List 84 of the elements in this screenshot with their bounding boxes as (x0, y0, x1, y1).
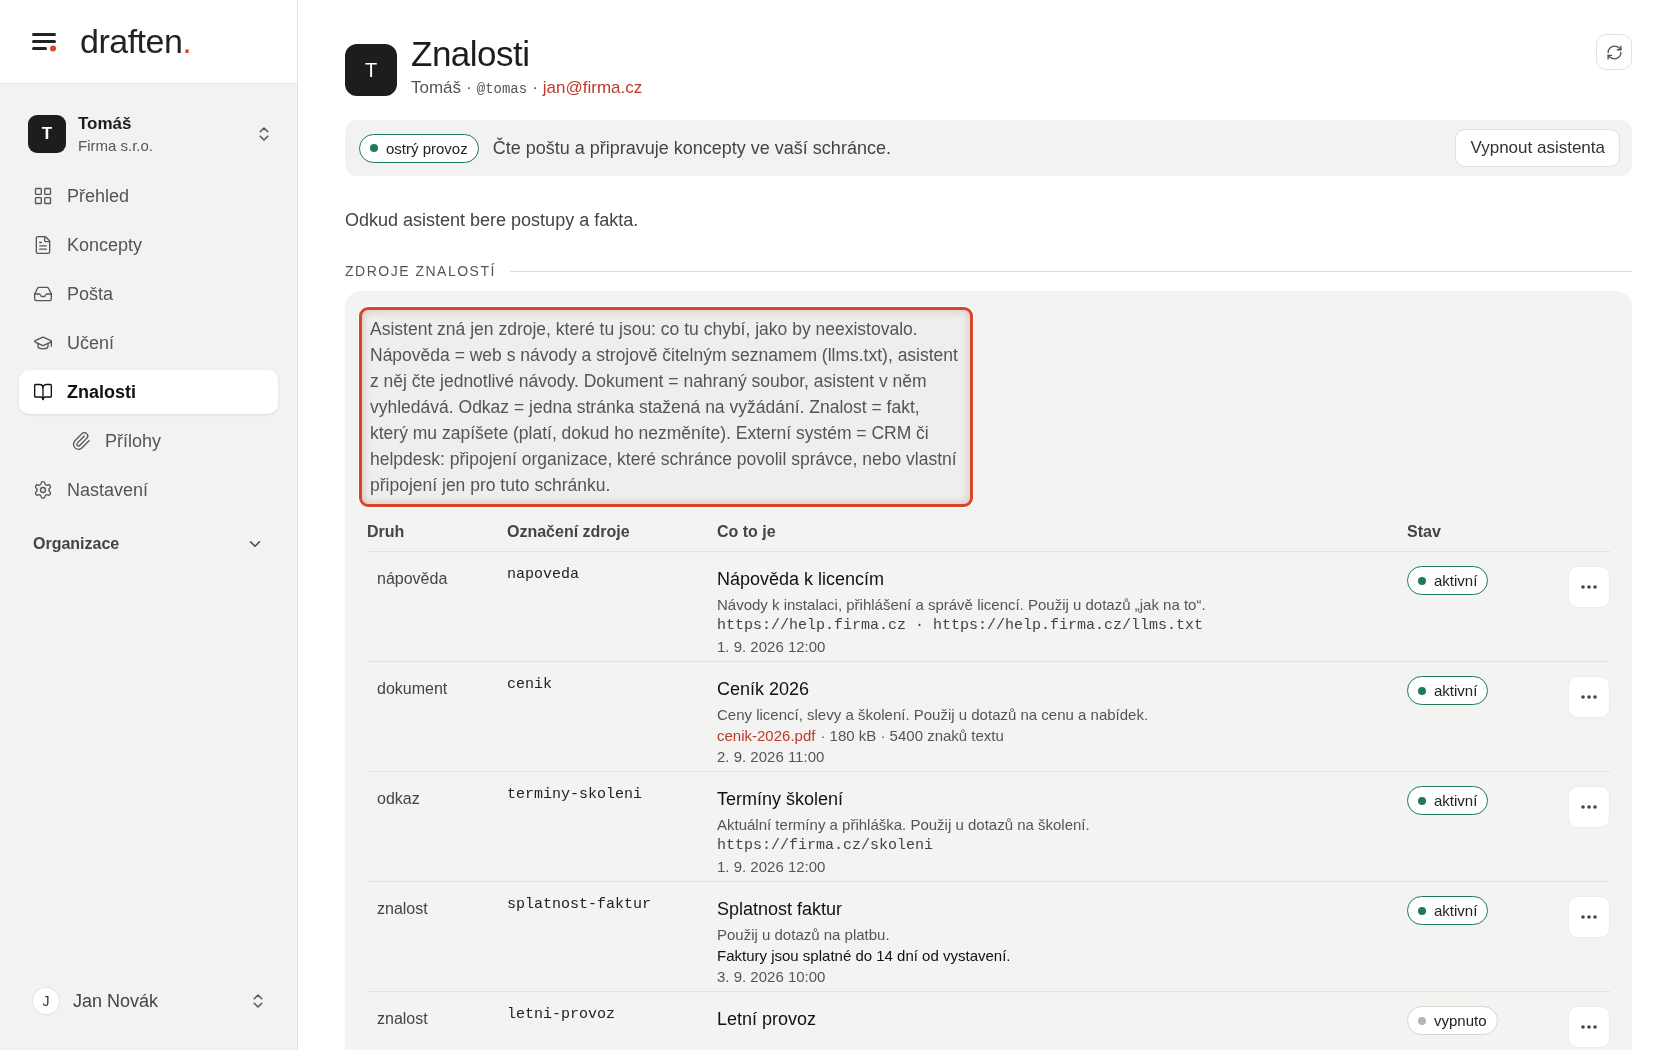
separator-dot: · (466, 78, 472, 98)
document-icon (33, 235, 53, 255)
owner-handle: @tomas (476, 81, 528, 97)
email-link[interactable]: jan@firma.cz (542, 78, 643, 98)
source-title: Ceník 2026 (717, 679, 810, 700)
status-badge: aktivní (1407, 676, 1489, 705)
sidebar-item[interactable]: Nastavení (19, 468, 278, 512)
sidebar-item[interactable]: Znalosti (19, 370, 278, 414)
settings-icon (33, 480, 53, 500)
workspace-org: Firma s.r.o. (78, 137, 154, 154)
more-icon (1581, 1025, 1597, 1029)
page-title: Znalosti (411, 34, 531, 74)
separator-dot: · (532, 78, 538, 98)
column-header: Označení zdroje (507, 507, 717, 552)
refresh-icon (1605, 43, 1623, 61)
table-cell-text: dokument (377, 679, 448, 698)
column-header: Druh (367, 507, 507, 552)
status-badge: aktivní (1407, 896, 1489, 925)
table-cell-text: odkaz (377, 789, 420, 808)
refresh-button[interactable] (1596, 34, 1632, 70)
more-button[interactable] (1568, 566, 1610, 608)
owner-name: Tomáš (411, 78, 462, 98)
more-icon (1581, 805, 1597, 809)
source-title: Splatnost faktur (717, 899, 843, 920)
description-text: 2. 9. 2026 11:00 (717, 747, 825, 767)
status-badge: ostrý provoz (359, 133, 479, 163)
description-text: 3. 9. 2026 10:00 (717, 967, 826, 987)
file-meta: · 180 kB · 5400 znaků textu (820, 726, 1004, 746)
source-id: cenik (507, 676, 552, 693)
column-header: Co to je (717, 507, 1407, 552)
table-cell-text: znalost (377, 1009, 428, 1028)
source-id: letni-provoz (507, 1006, 616, 1023)
file-link[interactable]: cenik-2026.pdf (717, 725, 816, 746)
paperclip-icon (71, 431, 91, 451)
assistant-avatar: T (345, 44, 397, 96)
status-badge: vypnuto (1407, 1006, 1498, 1035)
more-button[interactable] (1568, 786, 1610, 828)
source-url: https://firma.cz/skoleni (717, 836, 934, 856)
status-badge: aktivní (1407, 786, 1489, 815)
disable-assistant-button[interactable]: Vypnout asistenta (1455, 129, 1620, 167)
column-header: Stav (1407, 507, 1567, 552)
status-text: Čte poštu a připravuje koncepty ve vaší schránce. (492, 137, 892, 159)
section-heading: ZDROJE ZNALOSTÍ (345, 263, 496, 279)
description-text: Ceny licencí, slevy a školení. Použij u dotazů na cenu a nabídek. (717, 705, 1149, 725)
more-icon (1581, 585, 1597, 589)
description-text: Použij u dotazů na platbu. (717, 925, 890, 945)
sidebar-item[interactable]: Učení (19, 321, 278, 365)
table-cell-text: znalost (377, 899, 428, 918)
workspace-name: Tomáš (78, 114, 133, 134)
description-text: Aktuální termíny a přihláška. Použij u dotazů na školení. (717, 815, 1090, 835)
source-url: https://help.firma.cz · https://help.firma.cz/llms.txt (717, 616, 1204, 636)
source-title: Nápověda k licencím (717, 569, 885, 590)
source-title: Termíny školení (717, 789, 844, 810)
user-menu[interactable]: J Jan Novák (33, 988, 267, 1014)
user-name: Jan Novák (73, 990, 160, 1012)
grid-icon (33, 186, 53, 206)
source-id: splatnost-faktur (507, 896, 652, 913)
highlighted-note: Asistent zná jen zdroje, které tu jsou: co tu chybí, jako by neexistovalo. Nápověda = web s návody a strojově čitelným seznamem (llms.txt), asistent z něj čte jednotlivé návody. Dokument = nahraný soubor, asistent v něm vyhledává. Odkaz = jedna stránka stažená na vyžádání. Znalost = fakt, který mu zapíšete (platí, dokud ho nezměníte). Externí systém = CRM či helpdesk: připojení organizace, které schránce povolil správce, nebo vlastní připojení jen pro tuto schránku. (359, 307, 973, 507)
more-button[interactable] (1568, 896, 1610, 938)
workspace-avatar: T (28, 115, 66, 153)
inbox-icon (33, 284, 53, 304)
sidebar-item[interactable]: Přílohy (57, 419, 278, 463)
source-id: terminy-skoleni (507, 786, 643, 803)
more-button[interactable] (1568, 1006, 1610, 1048)
description-text: Návody k instalaci, přihlášení a správě licencí. Použij u dotazů „jak na to“. (717, 595, 1206, 615)
status-badge: aktivní (1407, 566, 1489, 595)
logo: draften. (80, 22, 192, 61)
description-text: 1. 9. 2026 12:00 (717, 857, 826, 877)
sidebar-item[interactable]: Koncepty (19, 223, 278, 267)
sidebar-item[interactable]: Pošta (19, 272, 278, 316)
user-avatar: J (33, 988, 59, 1014)
page-subtitle: Odkud asistent bere postupy a fakta. (345, 210, 640, 231)
logo-icon (32, 31, 58, 52)
more-button[interactable] (1568, 676, 1610, 718)
source-title: Letní provoz (717, 1009, 817, 1030)
table-cell-text: nápověda (377, 569, 448, 588)
description-text: 1. 9. 2026 12:00 (717, 637, 826, 657)
book-icon (33, 382, 53, 402)
more-icon (1581, 915, 1597, 919)
more-icon (1581, 695, 1597, 699)
sidebar-item[interactable]: Přehled (19, 174, 278, 218)
source-id: napoveda (507, 566, 579, 583)
organization-section[interactable]: Organizace (19, 524, 278, 564)
fact-text: Faktury jsou splatné do 14 dní od vystavení. (717, 946, 1011, 966)
